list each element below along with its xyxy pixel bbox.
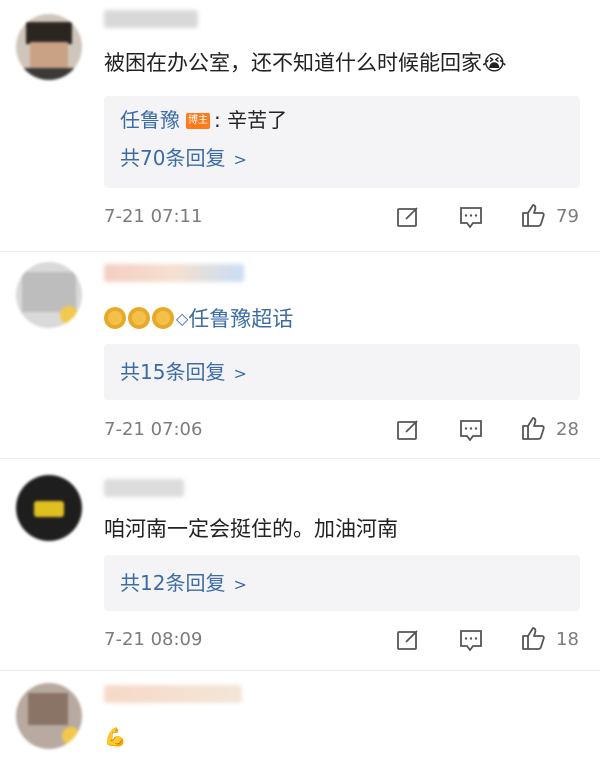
reply-preview-box[interactable]: 任鲁豫 博主: 辛苦了 共70条回复 > [104,96,580,188]
comment-text: 被困在办公室，还不知道什么时候能回家😭 [104,51,507,75]
reply-preview-box[interactable]: 共15条回复 > [104,344,580,400]
comment-icon[interactable] [458,204,484,230]
host-badge: 博主 [186,113,210,129]
comment-item: 💪 [0,671,600,761]
avatar[interactable] [16,262,82,328]
like-icon[interactable] [520,625,546,651]
comment-icon[interactable] [458,627,484,653]
reply-preview-box[interactable]: 共12条回复 > [104,555,580,611]
chevron-right-icon: > [233,364,247,383]
comment-time: 7-21 08:09 [104,629,203,650]
comment-item: 被困在办公室，还不知道什么时候能回家😭 任鲁豫 博主: 辛苦了 共70条回复 > 7… [0,0,600,250]
reply-count-label: 共70条回复 [120,146,226,170]
avatar[interactable] [16,475,82,541]
reply-count-label: 共15条回复 [120,360,226,384]
view-replies-link[interactable]: 共15条回复 > [120,358,247,388]
comment-icon[interactable] [458,417,484,443]
comment-text: 💪 [104,727,127,748]
avatar[interactable] [16,683,82,749]
like-count: 28 [556,419,579,440]
username[interactable] [104,264,244,282]
view-replies-link[interactable]: 共70条回复 > [120,144,247,174]
avatar[interactable] [16,14,82,80]
username[interactable] [104,479,184,497]
chevron-right-icon: > [233,150,247,169]
like-icon[interactable] [520,202,546,228]
comment-time: 7-21 07:11 [104,206,203,227]
comment-text: 咱河南一定会挺住的。加油河南 [104,517,398,541]
repost-icon[interactable] [395,204,421,230]
username[interactable] [104,10,198,28]
reply-text: : 辛苦了 [214,108,288,132]
reply-username[interactable]: 任鲁豫 [120,108,180,132]
comment-text: ◇任鲁豫超话 [104,304,293,334]
reply-preview: 任鲁豫 博主: 辛苦了 [120,106,287,134]
like-icon[interactable] [520,415,546,441]
repost-icon[interactable] [395,417,421,443]
sunflower-emoji [152,307,174,329]
like-count: 18 [556,629,579,650]
view-replies-link[interactable]: 共12条回复 > [120,569,247,599]
reply-count-label: 共12条回复 [120,571,226,595]
repost-icon[interactable] [395,627,421,653]
diamond-icon: ◇ [176,309,189,328]
username[interactable] [104,685,242,703]
topic-link[interactable]: 任鲁豫超话 [188,307,293,331]
comment-time: 7-21 07:06 [104,419,203,440]
comment-item: 咱河南一定会挺住的。加油河南 共12条回复 > 7-21 08:09 18 [0,459,600,669]
sunflower-emoji [128,307,150,329]
comment-item: ◇任鲁豫超话 共15条回复 > 7-21 07:06 28 [0,252,600,457]
like-count: 79 [556,206,579,227]
chevron-right-icon: > [233,575,247,594]
sunflower-emoji [104,307,126,329]
